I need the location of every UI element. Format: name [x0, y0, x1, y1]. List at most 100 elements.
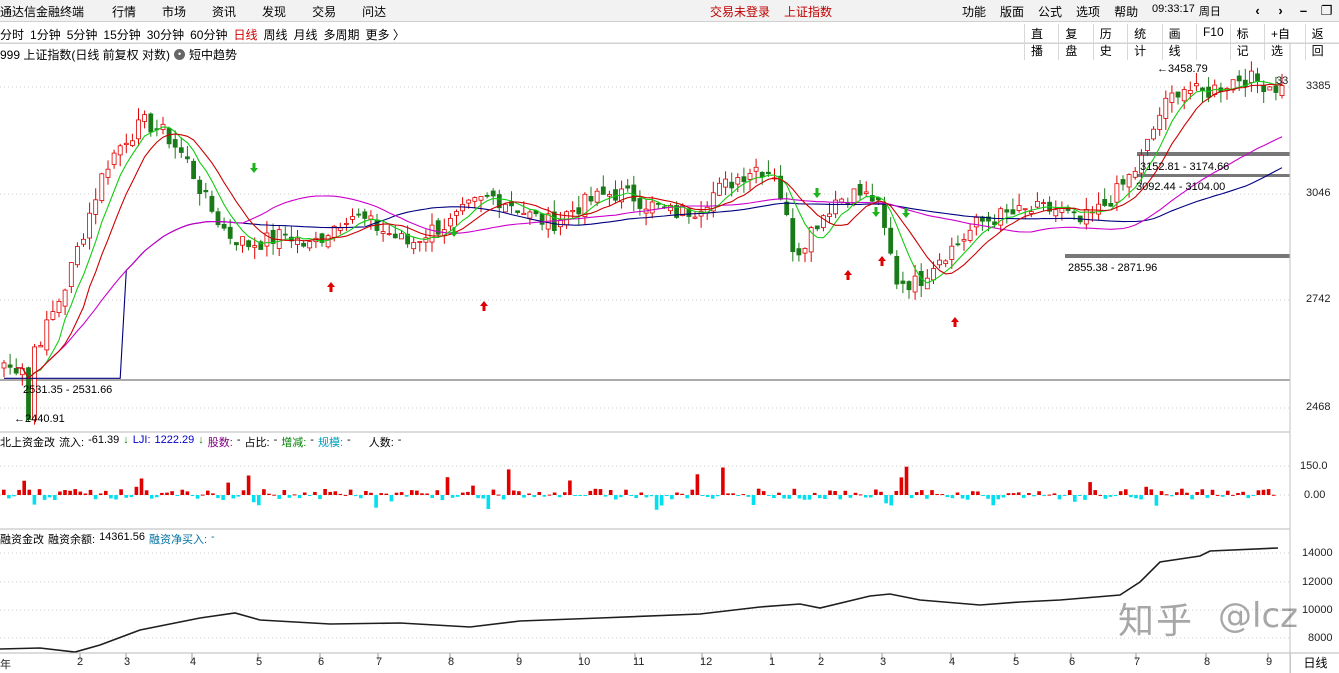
- flow-bar: [430, 495, 434, 498]
- flow-bar: [991, 495, 995, 506]
- candle-body: [955, 243, 961, 246]
- flow-bar: [874, 489, 878, 495]
- flow-bar: [114, 495, 118, 500]
- flow-bar: [129, 495, 134, 498]
- flow-bar: [869, 495, 873, 498]
- candle-body: [1181, 89, 1187, 102]
- flow-bar: [1169, 495, 1174, 497]
- zone-band: [1137, 152, 1290, 156]
- sell-arrow-icon: [250, 163, 258, 173]
- flow-bar: [527, 493, 531, 495]
- flow-bar: [792, 488, 797, 495]
- lji-label: LJI:: [132, 434, 151, 446]
- candle-body: [1010, 209, 1016, 215]
- flow-bar: [445, 477, 450, 495]
- flow-bar: [471, 485, 475, 495]
- candle-body: [472, 197, 478, 202]
- flow-bar: [914, 492, 919, 495]
- flow-bar: [802, 495, 807, 500]
- x-tick: 7: [376, 656, 383, 668]
- flow-bar: [659, 495, 664, 506]
- zone-label: 2531.35 - 2531.66: [23, 384, 113, 396]
- share-label: 占比:: [244, 437, 270, 449]
- flow-bar: [313, 492, 317, 495]
- flow-bar: [302, 492, 307, 495]
- flow-bar: [17, 489, 21, 495]
- flow-bar: [644, 495, 649, 498]
- candle-body: [75, 246, 80, 266]
- buy-arrow-icon: [480, 301, 488, 311]
- candle-body: [625, 185, 631, 189]
- flow-bar: [746, 495, 751, 497]
- flow-bar: [996, 495, 1001, 500]
- candle-body: [129, 140, 135, 146]
- flow-bar: [47, 495, 52, 498]
- buy-arrow-icon: [878, 256, 886, 266]
- flow-bar: [940, 494, 944, 496]
- down-arrow-icon: ↓: [123, 434, 129, 446]
- chart-canvas[interactable]: [0, 0, 1339, 673]
- candle-body: [894, 255, 900, 285]
- x-tick: 6: [318, 656, 325, 668]
- flow-bar: [1078, 495, 1082, 496]
- flow-bar: [1103, 495, 1108, 499]
- buy-arrow-icon: [844, 270, 852, 280]
- flow-panel-header: 北上资金改 流入: -61.39 ↓ LJI: 1222.29 ↓ 股数: - …: [0, 434, 401, 450]
- candle-body: [460, 203, 466, 212]
- flow-bars: [2, 466, 1276, 510]
- candle-body: [1035, 200, 1040, 208]
- flow-bar: [1205, 495, 1210, 498]
- candle-body: [203, 189, 209, 193]
- candle-body: [594, 190, 600, 203]
- candle-body: [209, 195, 215, 212]
- flow-bar: [716, 495, 720, 497]
- candle-body: [741, 176, 747, 182]
- stocks-value: -: [236, 434, 241, 446]
- candle-body: [1114, 183, 1120, 203]
- x-tick: 12: [700, 656, 713, 668]
- flow-bar: [1124, 489, 1128, 495]
- flow-bar: [333, 491, 338, 495]
- candle-body: [924, 277, 930, 290]
- flow-bar: [262, 489, 266, 495]
- x-tick: 5: [1013, 656, 1020, 668]
- flow-bar: [308, 495, 312, 496]
- flow-bar: [1226, 490, 1230, 495]
- candlesticks: [1, 61, 1285, 425]
- flow-bar: [1011, 493, 1016, 495]
- flow-bar: [1088, 482, 1092, 495]
- zone-label: 2855.38 - 2871.96: [1068, 262, 1158, 274]
- candle-body: [399, 233, 404, 240]
- flow-bar: [221, 495, 225, 500]
- candle-body: [478, 196, 484, 201]
- flow-bar: [1200, 489, 1205, 495]
- candle-body: [1071, 211, 1077, 214]
- candle-body: [240, 236, 245, 246]
- buy-arrow-icon: [951, 317, 959, 327]
- candle-body: [607, 194, 612, 197]
- x-tick: 9: [1266, 656, 1273, 668]
- moving-averages: [4, 80, 1283, 379]
- candle-body: [735, 177, 741, 185]
- flow-bar: [461, 492, 465, 495]
- flow-bar: [1108, 495, 1113, 497]
- flow-bar: [88, 489, 93, 495]
- flow-bar: [180, 489, 185, 495]
- candle-body: [502, 203, 508, 213]
- flow-bar: [705, 495, 710, 497]
- flow-bar: [282, 490, 287, 495]
- flow-bar: [950, 495, 955, 499]
- period-tab-daily[interactable]: 日线: [1290, 654, 1339, 673]
- zone-label: 3092.44 - 3104.00: [1136, 181, 1226, 193]
- x-tick: 11: [633, 656, 645, 668]
- candle-body: [282, 233, 288, 236]
- flow-bar: [823, 495, 827, 499]
- x-tick: 4: [190, 656, 197, 668]
- flow-bar: [981, 495, 985, 496]
- flow-bar: [1037, 491, 1041, 495]
- candle-body: [184, 156, 190, 160]
- flow-bar: [1185, 492, 1189, 495]
- candle-body: [839, 198, 845, 203]
- flow-bar: [853, 492, 858, 495]
- candle-body: [1206, 86, 1211, 98]
